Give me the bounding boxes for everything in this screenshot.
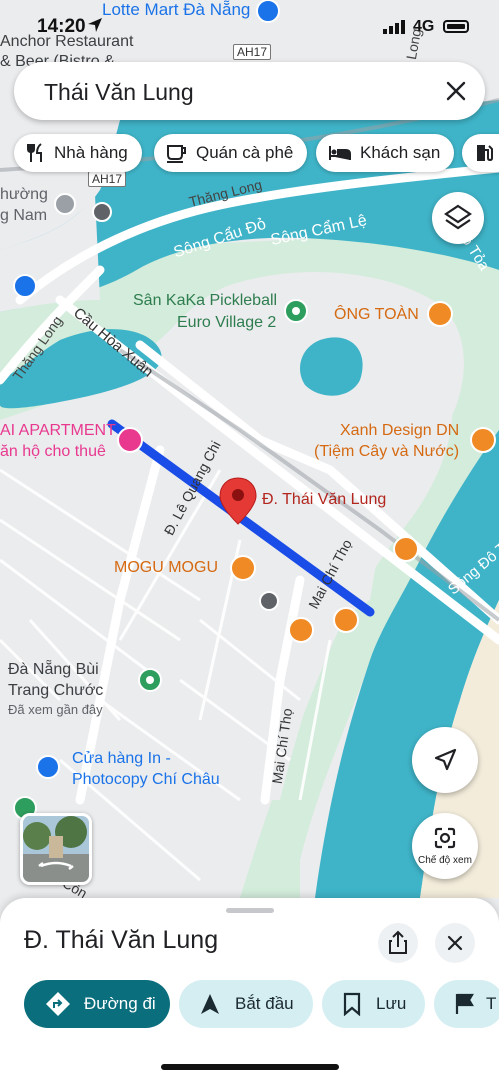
place-ong-toan[interactable]: ÔNG TOÀN [334,306,419,324]
start-button[interactable]: Bắt đầu [179,980,313,1028]
flag-icon [455,993,474,1014]
save-button[interactable]: Lưu [322,980,425,1028]
navigation-icon [201,994,219,1014]
start-label: Bắt đầu [235,994,294,1013]
search-bar[interactable]: Thái Văn Lung [14,62,485,120]
shield-ah17-top: AH17 [233,44,272,60]
navigation-arrow-icon [434,748,457,771]
share-icon [389,930,407,954]
place-title: Đ. Thái Văn Lung [24,926,219,954]
chip-label: Quán cà phê [196,143,294,162]
shield-ah17-left: AH17 [88,171,127,187]
layers-button[interactable] [432,192,484,244]
gas-station-icon [477,145,493,162]
place-kaka-1[interactable]: Sân KaKa Pickleball [133,292,277,310]
directions-button[interactable]: Đường đi [24,980,170,1028]
chip-hotels[interactable]: Khách sạn [316,134,455,172]
place-in-2: Photocopy Chí Châu [72,771,220,788]
place-bui-recent: Đã xem gần đây [8,702,103,717]
sheet-drag-handle[interactable] [226,908,274,913]
save-label: Lưu [376,994,407,1013]
place-mogu[interactable]: MOGU MOGU [114,559,218,577]
place-in-1[interactable]: Cửa hàng In - [72,750,171,768]
status-time: 14:20 [37,16,86,37]
place-school-1[interactable]: hường [0,186,48,204]
layers-icon [444,204,472,230]
directions-label: Đường đi [84,994,156,1013]
battery-icon [443,20,469,33]
chip-coffee[interactable]: Quán cà phê [154,134,308,172]
bookmark-icon [343,992,361,1016]
coffee-icon [167,145,186,163]
signal-icon [383,20,405,34]
place-xanh-1[interactable]: Xanh Design DN [340,422,459,440]
place-apartment-1[interactable]: AI APARTMENT [0,422,116,440]
place-school-2: g Nam [0,207,48,224]
home-indicator[interactable] [161,1064,339,1070]
place-bui-2: Trang Chước [8,682,104,699]
label-button[interactable]: T [434,980,499,1028]
pin-label[interactable]: Đ. Thái Văn Lung [262,491,386,509]
restaurant-icon [27,143,42,162]
label-button-text: T [486,994,497,1013]
chip-gas[interactable] [462,134,499,172]
place-apartment-2: ăn hộ cho thuê [0,443,106,460]
chip-restaurants[interactable]: Nhà hàng [14,134,142,172]
place-bottom-sheet[interactable]: Đ. Thái Văn Lung Đường đi Bắt đầu Lưu T [0,898,499,1080]
place-kaka-2[interactable]: Euro Village 2 [177,314,276,332]
share-button[interactable] [378,923,418,963]
location-arrow-icon [88,18,102,32]
street-view-image [23,816,89,882]
view-mode-button[interactable]: Chế độ xem [412,813,478,879]
chip-label: Nhà hàng [54,143,128,162]
directions-icon [46,992,70,1016]
street-view-thumbnail[interactable] [20,813,92,885]
search-query[interactable]: Thái Văn Lung [44,79,194,106]
my-location-button[interactable] [412,727,478,793]
place-xanh-2: (Tiệm Cây và Nước) [314,443,460,460]
place-bui-1[interactable]: Đà Nẵng Bùi [8,661,99,679]
clear-search-icon[interactable] [445,80,467,102]
close-icon [447,935,463,951]
view-mode-label: Chế độ xem [418,855,472,866]
status-bar: 14:20 4G [0,14,499,42]
chip-label: Khách sạn [360,143,441,162]
hotel-icon [329,146,351,160]
network-type: 4G [413,18,435,35]
close-sheet-button[interactable] [435,923,475,963]
